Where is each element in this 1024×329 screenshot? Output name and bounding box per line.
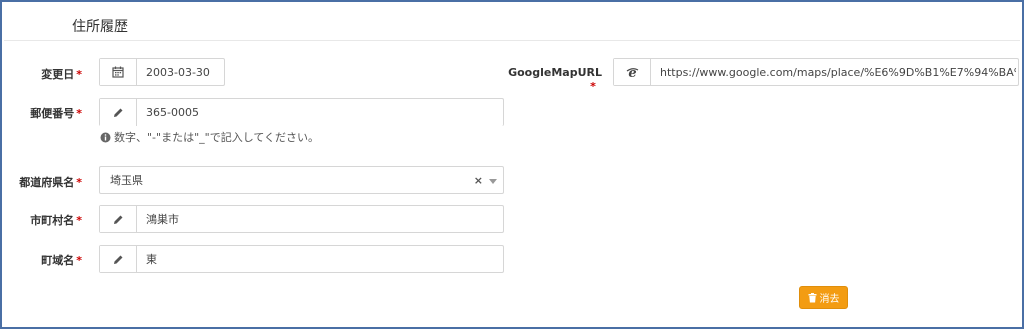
postal-code-help: 数字、"-"または"_"で記入してください。 <box>100 129 319 145</box>
change-date-label-text: 変更日 <box>41 68 75 81</box>
prefecture-label: 都道府県名 * <box>12 174 82 190</box>
google-map-url-label: GoogleMapURL <box>502 66 602 79</box>
required-mark: * <box>76 254 82 267</box>
city-field[interactable]: 鴻巣市 <box>99 205 504 233</box>
postal-code-label-text: 郵便番号 <box>30 107 75 120</box>
prefecture-select[interactable]: 埼玉県 × <box>99 166 504 194</box>
address-history-panel: 住所履歴 変更日 * 2003-03-30 郵便番号 * 365-0005 数字… <box>0 0 1024 329</box>
required-mark: * <box>590 80 596 93</box>
town-label: 町域名 * <box>22 252 82 268</box>
town-field[interactable]: 東 <box>99 245 504 273</box>
pencil-icon <box>100 246 137 272</box>
postal-code-label: 郵便番号 * <box>22 105 82 121</box>
change-date-value: 2003-03-30 <box>146 65 210 79</box>
info-icon <box>100 132 111 142</box>
google-map-url-label-text: GoogleMapURL <box>508 66 602 79</box>
change-date-label: 変更日 * <box>22 66 82 82</box>
town-value: 東 <box>146 253 157 266</box>
required-mark: * <box>76 214 82 227</box>
postal-code-value: 365-0005 <box>146 106 199 119</box>
chevron-down-icon[interactable] <box>489 179 497 184</box>
google-map-url-required: * <box>588 80 598 93</box>
change-date-field[interactable]: 2003-03-30 <box>99 58 225 86</box>
svg-text:e: e <box>628 66 636 79</box>
required-mark: * <box>76 68 82 81</box>
town-label-text: 町域名 <box>41 254 75 267</box>
city-value: 鴻巣市 <box>146 213 179 226</box>
pencil-icon <box>100 206 137 232</box>
panel-header: 住所履歴 <box>4 4 1020 41</box>
calendar-icon[interactable] <box>100 59 137 85</box>
city-label-text: 市町村名 <box>30 214 75 227</box>
city-label: 市町村名 * <box>22 212 82 228</box>
postal-code-field[interactable]: 365-0005 <box>99 98 504 126</box>
delete-button[interactable]: 消去 <box>799 286 848 309</box>
panel-title: 住所履歴 <box>72 19 128 35</box>
required-mark: * <box>76 107 82 120</box>
delete-button-label: 消去 <box>819 294 840 305</box>
prefecture-label-text: 都道府県名 <box>19 176 75 189</box>
pencil-icon <box>100 99 137 126</box>
trash-icon <box>808 292 816 302</box>
postal-code-help-text: 数字、"-"または"_"で記入してください。 <box>114 131 320 144</box>
required-mark: * <box>76 176 82 189</box>
google-map-url-value: https://www.google.com/maps/place/%E6%9D… <box>660 65 1016 79</box>
prefecture-value: 埼玉県 <box>110 174 143 187</box>
google-map-url-field[interactable]: e https://www.google.com/maps/place/%E6%… <box>613 58 1019 86</box>
clear-icon[interactable]: × <box>474 167 483 193</box>
ie-icon[interactable]: e <box>614 59 651 85</box>
